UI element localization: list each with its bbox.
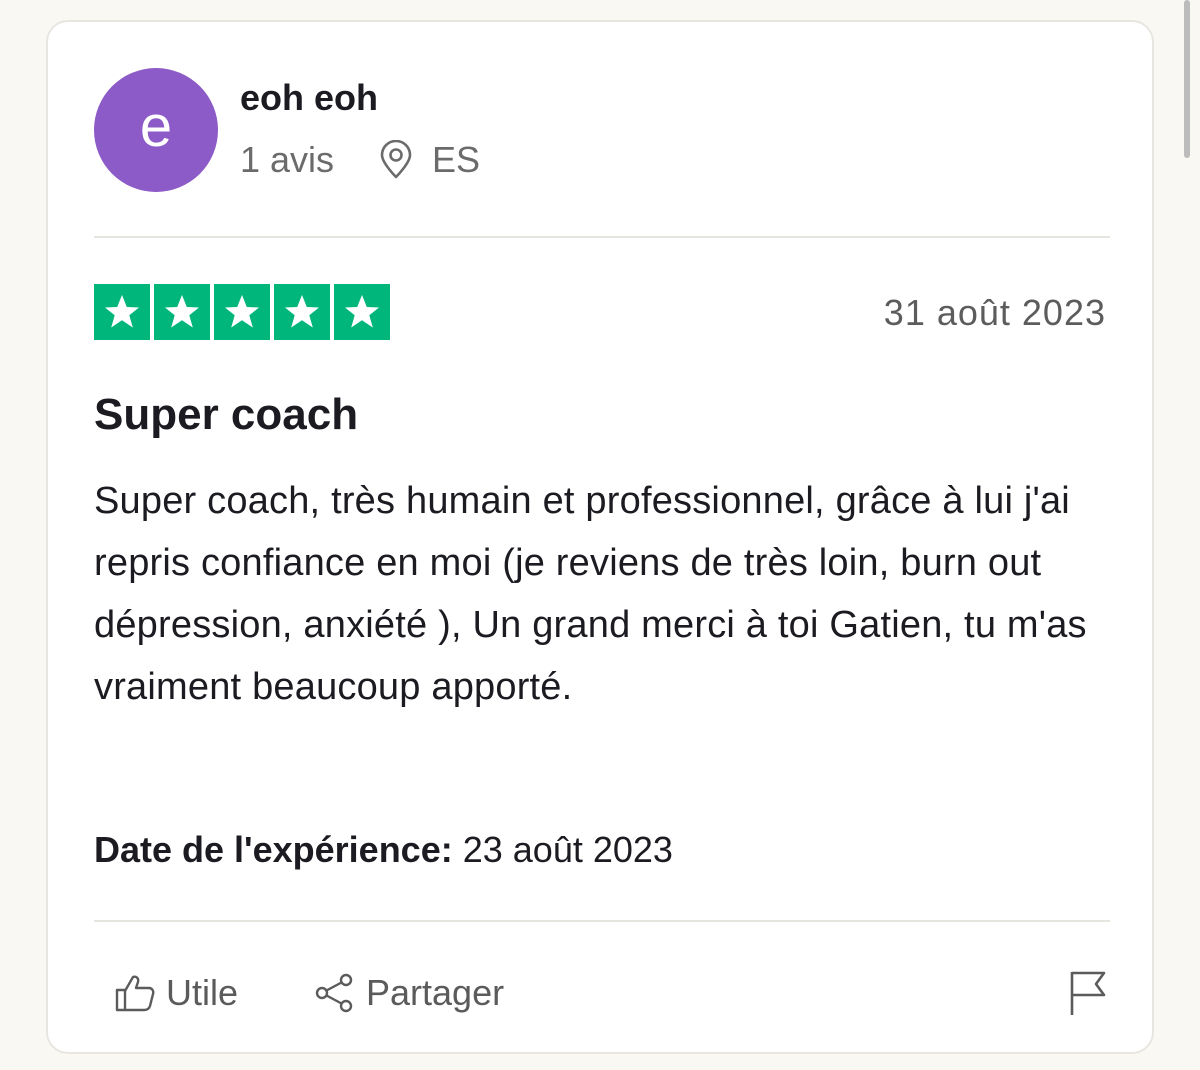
divider: [94, 920, 1110, 922]
star-icon: [225, 295, 259, 328]
report-button[interactable]: [1066, 966, 1110, 1020]
share-icon: [315, 973, 353, 1013]
star-icon: [105, 295, 139, 328]
star-icon: [345, 295, 379, 328]
star-icon: [165, 295, 199, 328]
flag-icon: [1070, 971, 1106, 1015]
star-box: [334, 284, 390, 340]
thumbs-up-icon: [115, 975, 155, 1012]
star-rating: [94, 284, 390, 340]
review-date: 31 août 2023: [883, 292, 1106, 333]
reviewer-meta: 1 avis ES: [240, 138, 480, 182]
divider: [94, 236, 1110, 238]
reviewer-country: ES: [432, 139, 481, 180]
review-body: Super coach, très humain et professionne…: [94, 480, 1087, 708]
star-icon: [285, 295, 319, 328]
useful-button[interactable]: Utile: [114, 966, 238, 1020]
star-box: [94, 284, 150, 340]
review-title: Super coach: [94, 390, 359, 439]
share-button[interactable]: Partager: [314, 966, 504, 1020]
reviewer-name[interactable]: eoh eoh: [240, 76, 378, 120]
star-box: [154, 284, 210, 340]
page-scrollbar[interactable]: [1184, 0, 1190, 158]
review-count: 1 avis: [240, 139, 335, 180]
useful-label: Utile: [166, 972, 239, 1013]
avatar[interactable]: e: [94, 68, 218, 192]
review-card: e eoh eoh 1 avis ES 31 août 2023 Super c…: [46, 20, 1154, 1054]
star-box: [274, 284, 330, 340]
experience-date: Date de l'expérience: 23 août 2023: [94, 828, 673, 872]
map-pin-icon: [378, 140, 414, 180]
share-label: Partager: [366, 972, 505, 1013]
experience-date-value: 23 août 2023: [462, 829, 673, 870]
experience-date-label: Date de l'expérience:: [94, 829, 453, 870]
star-box: [214, 284, 270, 340]
